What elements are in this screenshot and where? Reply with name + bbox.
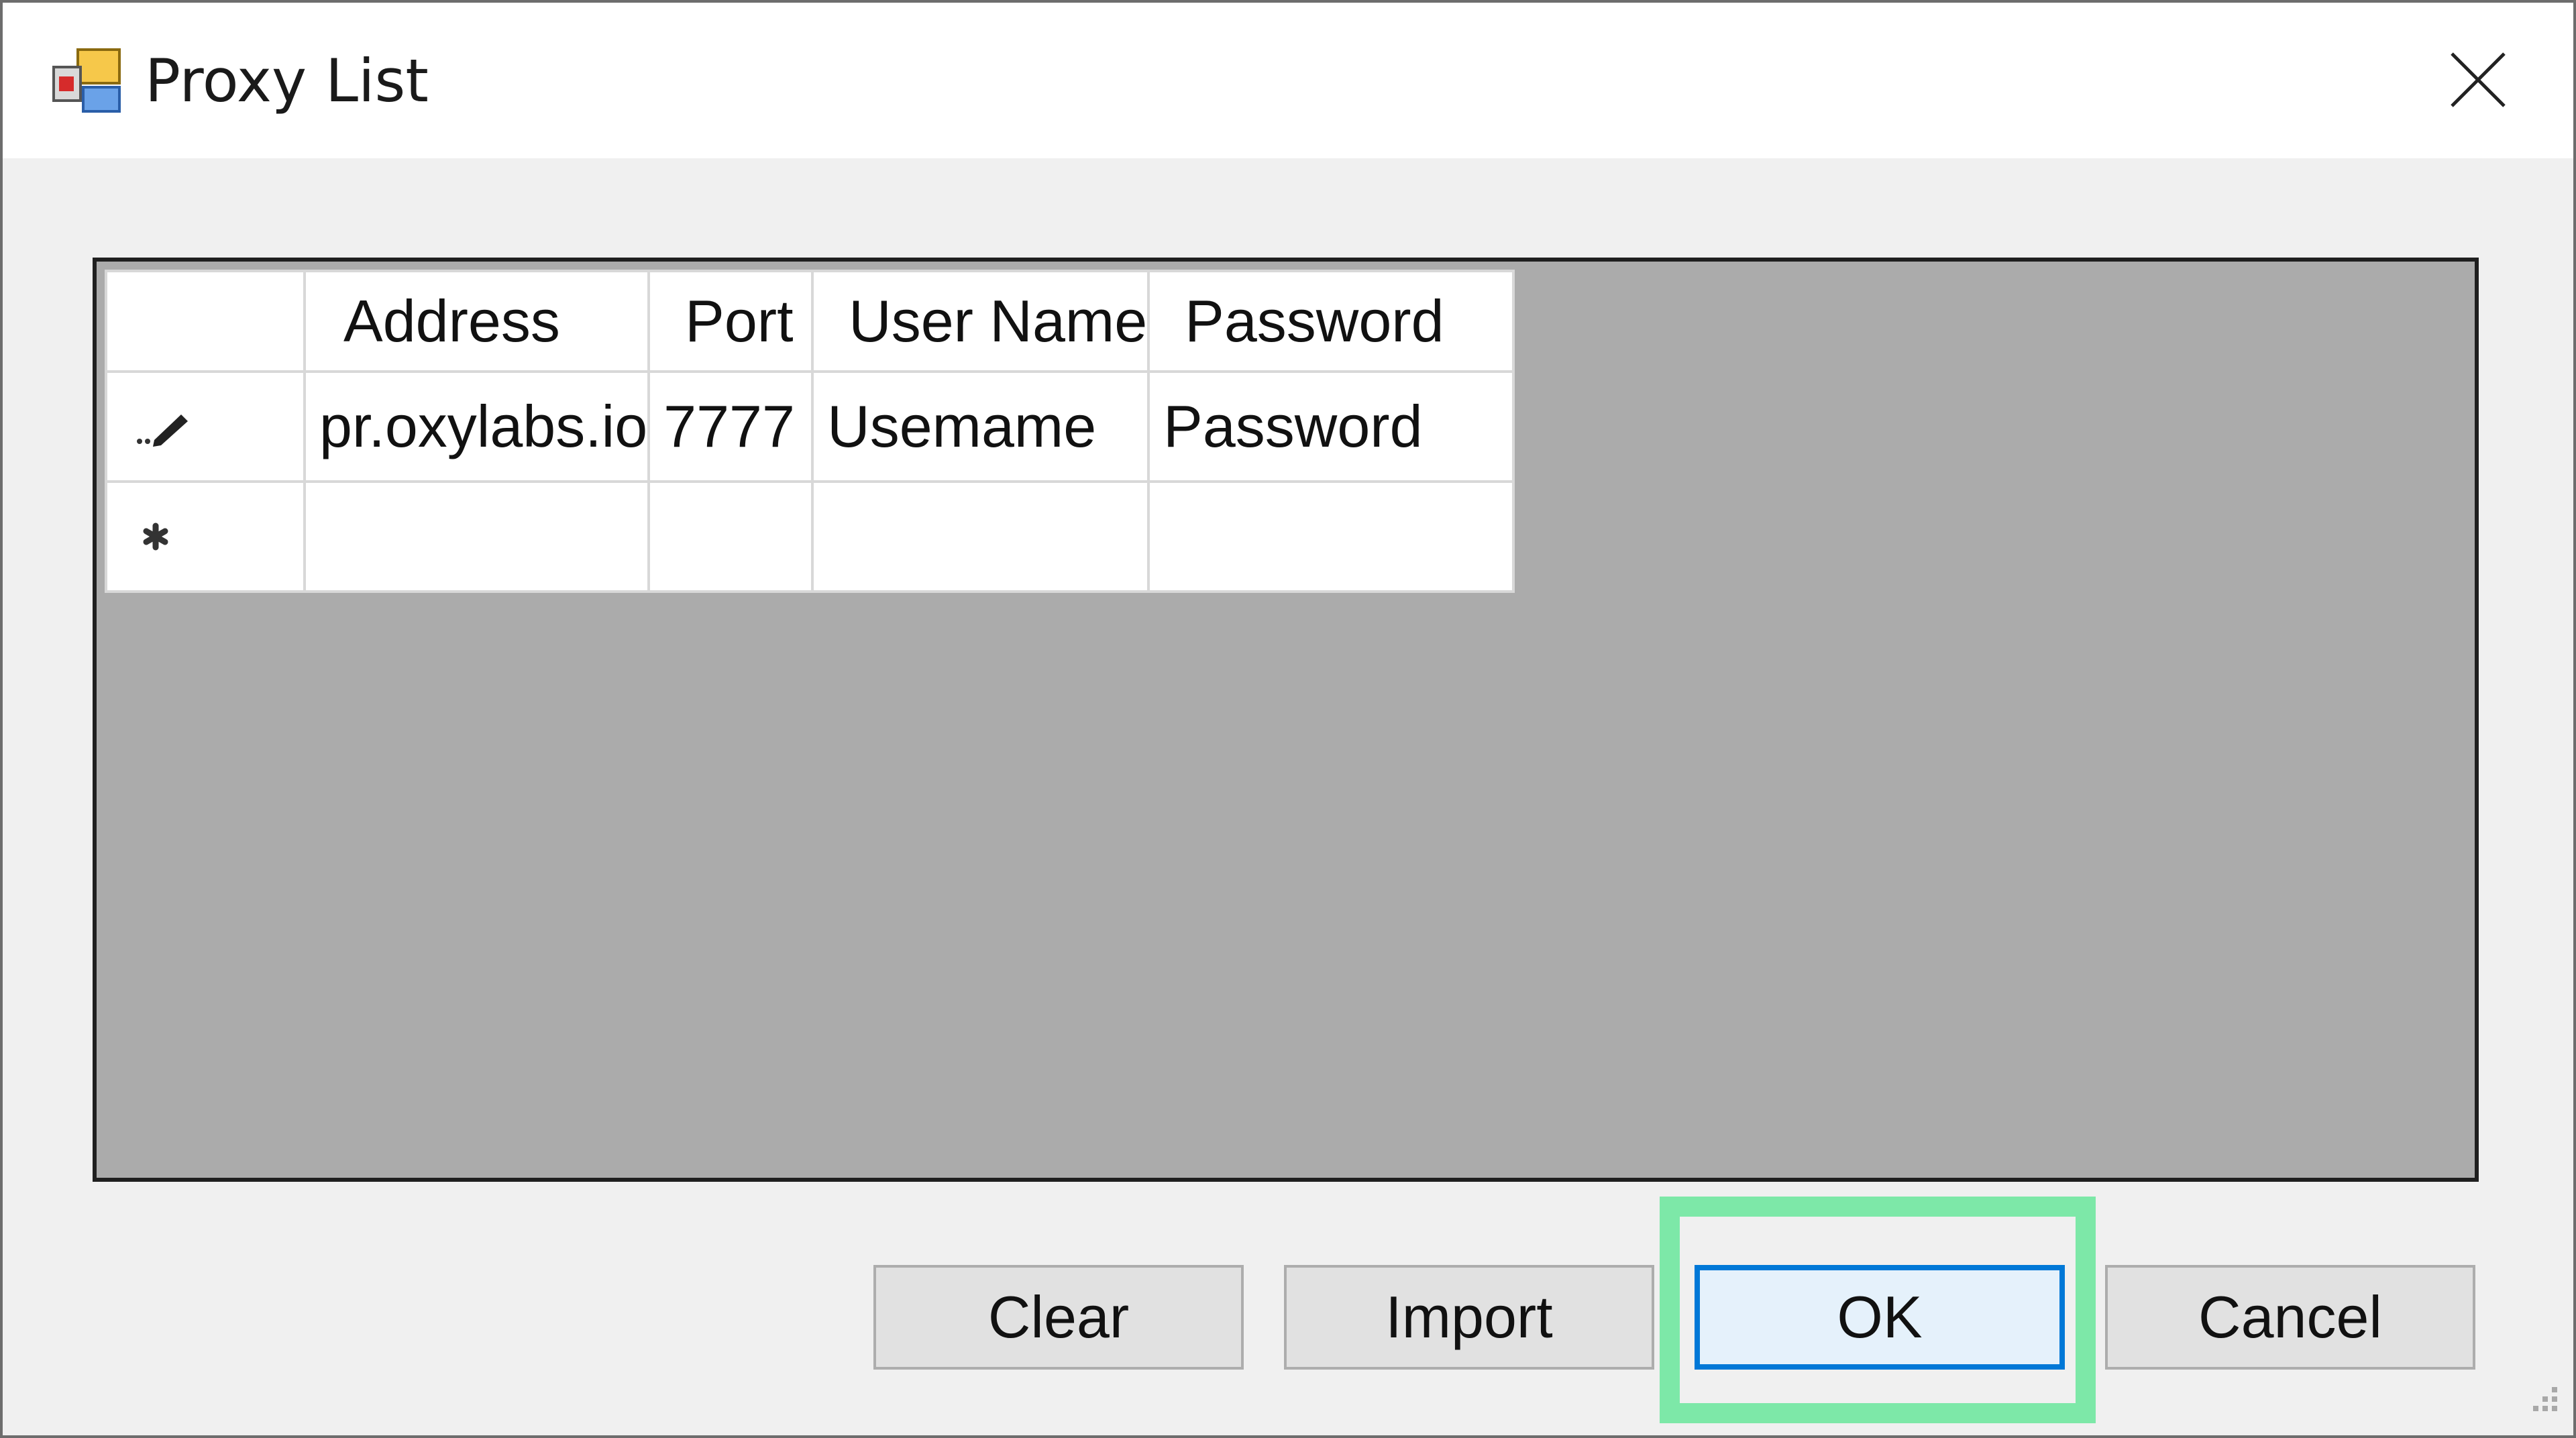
column-header-port[interactable]: Port bbox=[647, 270, 814, 373]
table-row: pr.oxylabs.io 7777 Usemame Password bbox=[105, 370, 1515, 483]
proxy-table: Address Port User Name Password pr.oxyla… bbox=[105, 270, 1515, 593]
close-button[interactable] bbox=[2431, 36, 2525, 123]
column-header-password[interactable]: Password bbox=[1147, 270, 1515, 373]
table-row bbox=[105, 480, 1515, 593]
cell-port[interactable]: 7777 bbox=[647, 370, 814, 483]
row-header-corner[interactable] bbox=[105, 270, 306, 373]
cell-username[interactable]: Usemame bbox=[811, 370, 1150, 483]
app-window-icon bbox=[52, 48, 121, 113]
proxy-data-grid[interactable]: Address Port User Name Password pr.oxyla… bbox=[93, 258, 2479, 1182]
cell-username[interactable] bbox=[811, 480, 1150, 593]
ok-button[interactable]: OK bbox=[1695, 1265, 2065, 1370]
cell-password[interactable]: Password bbox=[1147, 370, 1515, 483]
cancel-button[interactable]: Cancel bbox=[2105, 1265, 2475, 1370]
row-header[interactable] bbox=[105, 370, 306, 483]
header-row: Address Port User Name Password bbox=[105, 270, 1515, 373]
cell-address[interactable] bbox=[303, 480, 651, 593]
resize-grip-icon[interactable] bbox=[2522, 1382, 2563, 1422]
window-title: Proxy List bbox=[145, 46, 429, 115]
column-header-address[interactable]: Address bbox=[303, 270, 651, 373]
clear-button[interactable]: Clear bbox=[873, 1265, 1244, 1370]
cell-port[interactable] bbox=[647, 480, 814, 593]
close-icon bbox=[2451, 52, 2506, 107]
pencil-edit-icon bbox=[137, 414, 188, 447]
column-header-user-name[interactable]: User Name bbox=[811, 270, 1150, 373]
row-header[interactable] bbox=[105, 480, 306, 593]
import-button[interactable]: Import bbox=[1284, 1265, 1654, 1370]
cell-password[interactable] bbox=[1147, 480, 1515, 593]
title-bar[interactable]: Proxy List bbox=[3, 3, 2573, 158]
proxy-list-dialog: Proxy List Address Port User Name Passwo… bbox=[0, 0, 2576, 1438]
asterisk-new-row-icon bbox=[143, 522, 168, 551]
cell-address[interactable]: pr.oxylabs.io bbox=[303, 370, 651, 483]
